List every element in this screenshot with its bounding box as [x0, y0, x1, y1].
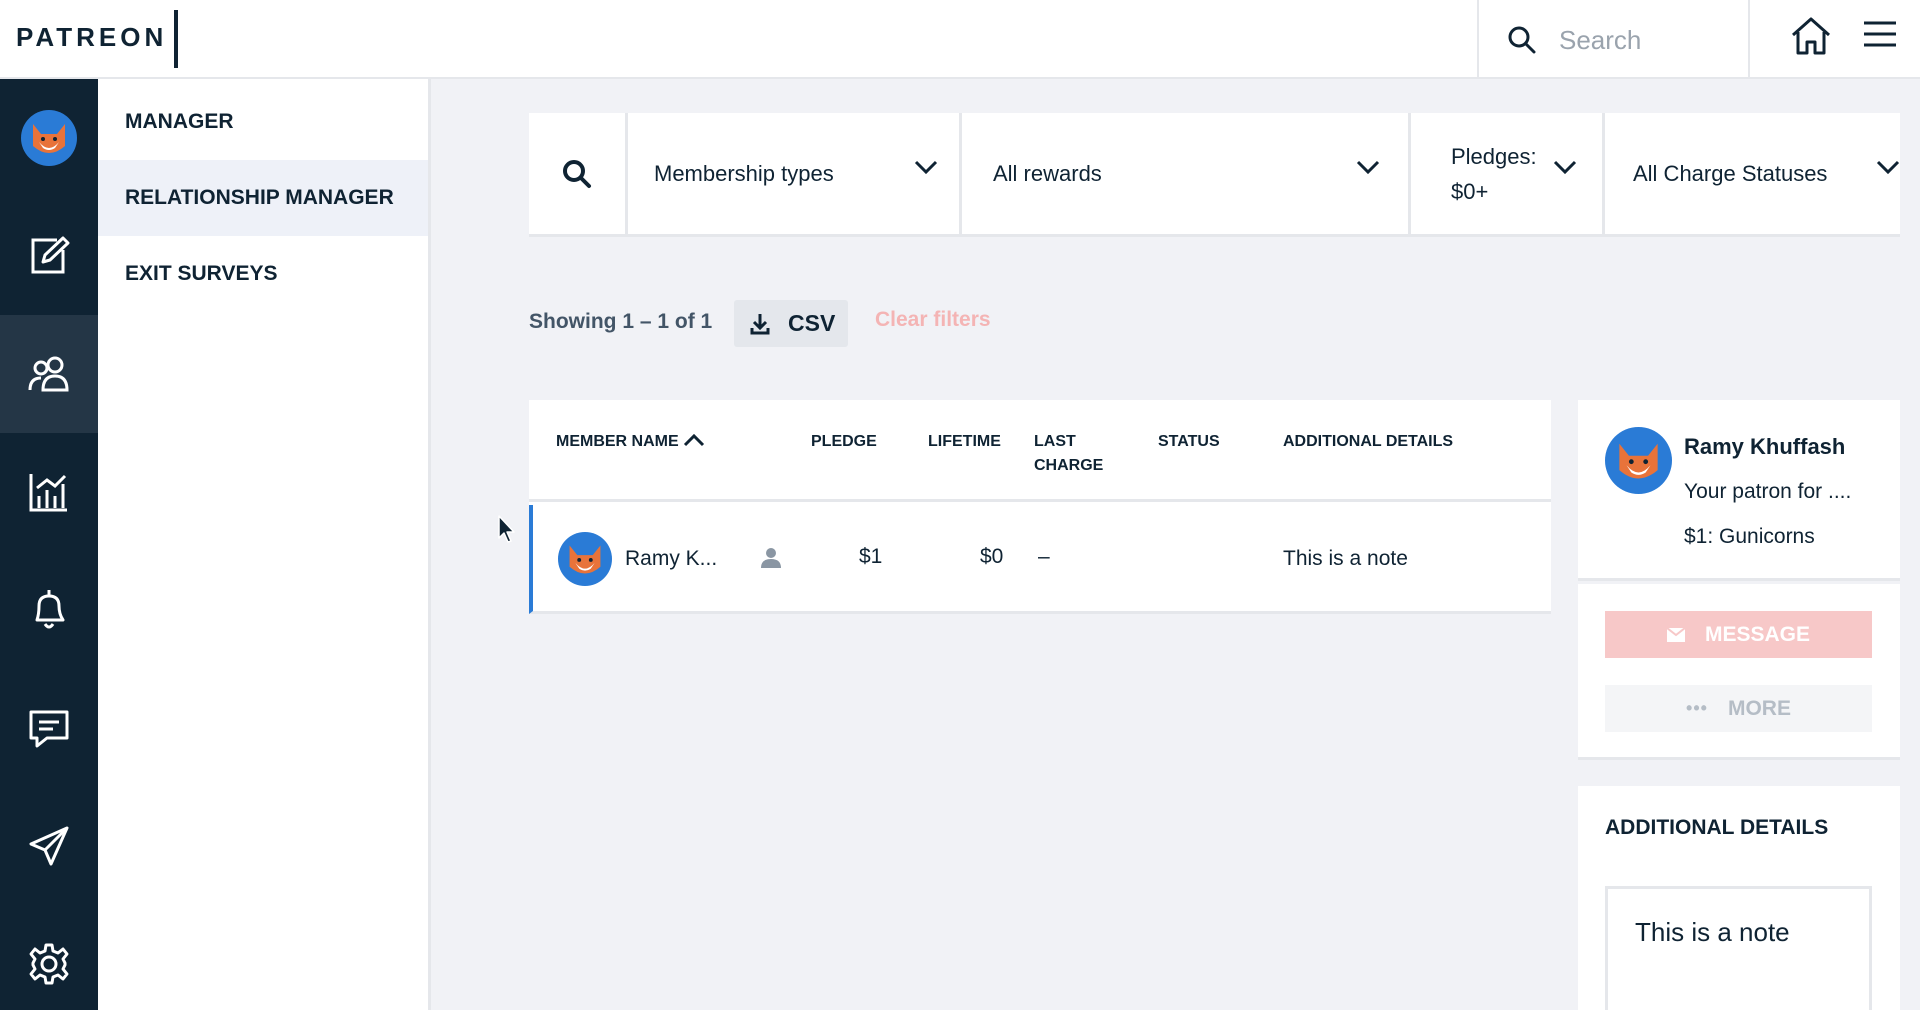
membership-types-label: Membership types — [654, 160, 834, 186]
notification-bell-icon — [35, 590, 65, 629]
filter-search-button[interactable] — [529, 113, 625, 234]
more-dots-icon: ••• — [1686, 698, 1708, 718]
patron-duration: Your patron for .... — [1684, 480, 1852, 503]
clear-filters-link[interactable]: Clear filters — [875, 308, 991, 332]
pledge-tier: $1: Gunicorns — [1684, 525, 1815, 548]
membership-types-dropdown[interactable]: Membership types — [628, 113, 959, 234]
messages-icon — [29, 710, 69, 748]
table-header: MEMBER NAME PLEDGE LIFETIME LAST CHARGE … — [529, 400, 1551, 502]
fox-avatar-icon — [569, 545, 601, 574]
rail-relationship-manager[interactable] — [0, 315, 98, 433]
additional-details-title: ADDITIONAL DETAILS — [1605, 816, 1829, 839]
analytics-icon — [29, 474, 67, 512]
subnav-exit-surveys[interactable]: EXIT SURVEYS — [98, 236, 428, 312]
csv-export-button[interactable]: CSV — [734, 300, 848, 347]
member-actions-card: MESSAGE ••• MORE — [1578, 584, 1900, 760]
additional-details-card: ADDITIONAL DETAILS This is a note — [1578, 786, 1900, 1010]
last-charge-value: – — [1038, 545, 1050, 568]
chevron-down-icon — [1553, 160, 1577, 175]
status-header[interactable]: STATUS — [1158, 430, 1220, 454]
chevron-up-icon — [684, 433, 705, 447]
member-name-header-label: MEMBER NAME — [556, 433, 679, 450]
pledge-header[interactable]: PLEDGE — [811, 430, 877, 454]
lifetime-header[interactable]: LIFETIME — [928, 430, 1001, 454]
envelope-icon — [1666, 627, 1685, 642]
message-button[interactable]: MESSAGE — [1605, 611, 1872, 658]
search-input[interactable] — [1559, 20, 1739, 60]
rail-posts[interactable] — [0, 787, 98, 905]
subnav-manager[interactable]: MANAGER — [98, 84, 428, 160]
rail-settings[interactable] — [0, 905, 98, 1010]
message-button-label: MESSAGE — [1704, 622, 1811, 646]
search-icon — [563, 159, 591, 188]
subnav-relationship-manager[interactable]: RELATIONSHIP MANAGER — [98, 160, 428, 236]
member-profile-card: Ramy Khuffash Your patron for .... $1: G… — [1578, 400, 1900, 581]
pledges-dropdown[interactable]: Pledges: $0+ — [1411, 113, 1602, 234]
chevron-down-icon — [1876, 160, 1900, 175]
fox-avatar-icon — [1619, 443, 1658, 479]
patreon-logo[interactable]: PATREON — [16, 22, 167, 53]
lifetime-value: $0 — [980, 545, 1004, 568]
send-icon — [29, 826, 69, 866]
home-icon[interactable] — [1789, 14, 1833, 58]
more-button-label: MORE — [1727, 696, 1791, 720]
users-icon — [28, 356, 69, 392]
rewards-label: All rewards — [993, 160, 1102, 186]
charge-status-dropdown[interactable]: All Charge Statuses — [1605, 113, 1900, 234]
hamburger-menu-icon[interactable] — [1862, 19, 1898, 51]
last-charge-header-line2: CHARGE — [1034, 457, 1104, 474]
avatar — [21, 110, 77, 166]
global-search — [1477, 0, 1750, 79]
avatar — [1605, 427, 1672, 494]
rewards-dropdown[interactable]: All rewards — [962, 113, 1408, 234]
member-name-header[interactable]: MEMBER NAME — [556, 430, 705, 454]
csv-label: CSV — [788, 310, 836, 336]
last-charge-header-line1: LAST — [1034, 433, 1076, 450]
note-textarea[interactable]: This is a note — [1605, 886, 1872, 1010]
last-charge-header[interactable]: LAST CHARGE — [1034, 430, 1103, 478]
chevron-down-icon — [1356, 160, 1380, 175]
table-row[interactable]: Ramy K... $1 $0 – This is a note — [529, 505, 1551, 614]
pledges-label: Pledges: $0+ — [1451, 139, 1537, 209]
pledge-value: $1 — [859, 545, 883, 568]
avatar — [558, 532, 612, 586]
rail-messages[interactable] — [0, 669, 98, 787]
top-bar: PATREON — [0, 0, 1920, 79]
members-table: MEMBER NAME PLEDGE LIFETIME LAST CHARGE … — [529, 400, 1551, 614]
more-button[interactable]: ••• MORE — [1605, 685, 1872, 732]
rail-create[interactable] — [0, 197, 98, 315]
sub-navigation: MANAGER RELATIONSHIP MANAGER EXIT SURVEY… — [98, 79, 431, 1010]
additional-details-value: This is a note — [1283, 547, 1408, 570]
fox-avatar-icon — [33, 124, 65, 153]
pledges-label-line1: Pledges: — [1451, 143, 1537, 169]
logo-divider — [174, 10, 178, 68]
rail-analytics[interactable] — [0, 433, 98, 551]
chevron-down-icon — [914, 160, 938, 175]
rail-notifications[interactable] — [0, 551, 98, 669]
member-name: Ramy K... — [625, 547, 718, 570]
search-icon — [1508, 26, 1536, 54]
additional-details-header: ADDITIONAL DETAILS — [1283, 433, 1454, 450]
results-count: Showing 1 – 1 of 1 — [529, 310, 713, 333]
edit-icon — [31, 236, 70, 274]
rail-avatar[interactable] — [0, 79, 98, 197]
mouse-cursor-icon — [498, 515, 515, 543]
settings-gear-icon — [29, 943, 69, 985]
charge-status-label: All Charge Statuses — [1633, 160, 1828, 186]
download-icon — [750, 313, 770, 334]
pledges-label-line2: $0+ — [1451, 178, 1489, 204]
user-icon — [761, 548, 781, 568]
icon-rail — [0, 79, 98, 1010]
filter-bar: Membership types All rewards Pledges: $0… — [529, 113, 1900, 237]
member-full-name: Ramy Khuffash — [1684, 434, 1846, 459]
